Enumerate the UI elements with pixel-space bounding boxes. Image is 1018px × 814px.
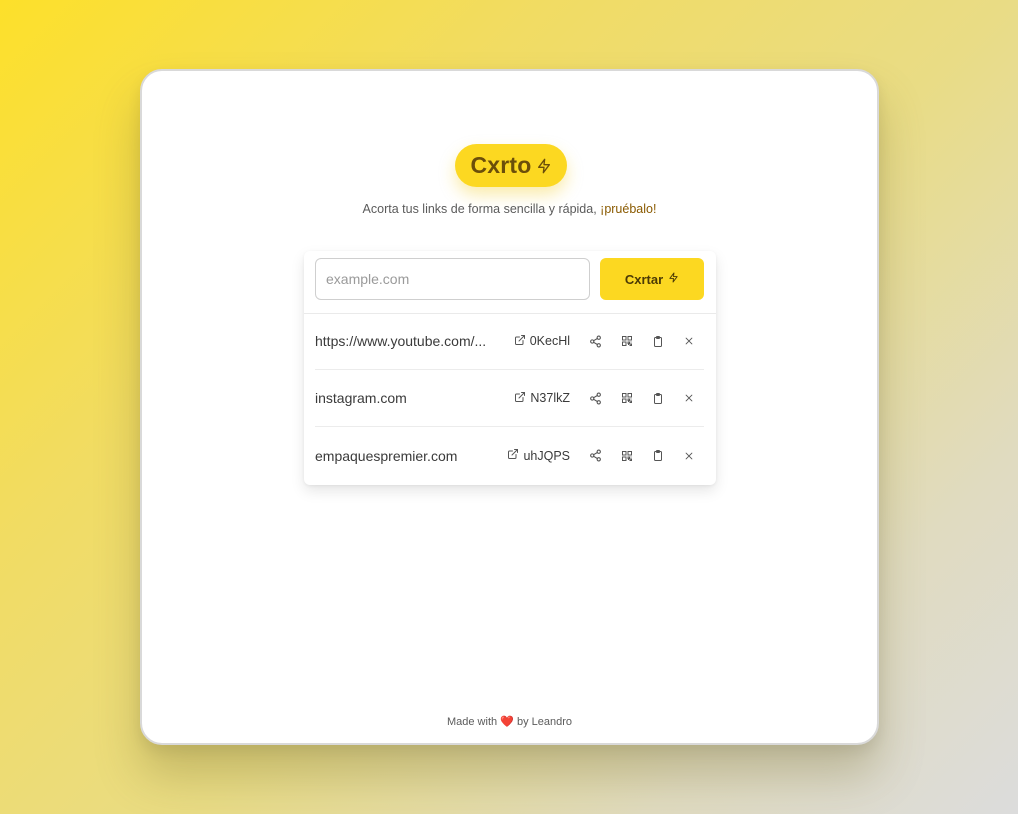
share-button[interactable] [580, 383, 611, 413]
qr-code-button[interactable] [611, 383, 642, 413]
copy-button[interactable] [642, 383, 673, 413]
copy-button[interactable] [642, 441, 673, 471]
share-button[interactable] [580, 441, 611, 471]
share-icon [590, 449, 601, 462]
clipboard-icon [653, 392, 662, 404]
app-logo: Cxrto [455, 144, 567, 187]
qr-code-icon [621, 450, 632, 461]
share-button[interactable] [580, 326, 611, 356]
close-icon [685, 452, 692, 459]
clipboard-icon [653, 335, 662, 347]
delete-button[interactable] [673, 441, 704, 471]
short-code: 0KecHl [529, 334, 570, 348]
shorten-button[interactable]: Cxrtar [600, 258, 704, 300]
qr-code-button[interactable] [611, 326, 642, 356]
footer: Made with ❤️ by Leandro [142, 715, 877, 728]
shorten-form: Cxrtar [315, 258, 704, 300]
copy-button[interactable] [642, 326, 673, 356]
qr-code-button[interactable] [611, 441, 642, 471]
original-url: instagram.com [315, 390, 407, 406]
link-row: https://www.youtube.com/... 0KecHl [315, 313, 704, 370]
footer-prefix: Made with [446, 716, 498, 728]
delete-button[interactable] [673, 326, 704, 356]
logo-text: Cxrto [470, 152, 532, 178]
lightning-bolt-icon [668, 271, 679, 287]
external-link-icon [507, 448, 519, 463]
link-row: instagram.com N37lkZ [315, 370, 704, 427]
app-window: Cxrto Acorta tus links de forma sencilla… [140, 69, 879, 745]
shorten-button-label: Cxrtar [624, 271, 664, 287]
close-icon [685, 337, 692, 345]
shortener-card: Cxrtar https://www.youtube.com/... 0KecH… [304, 251, 716, 485]
short-link[interactable]: N37lkZ [514, 391, 570, 406]
delete-button[interactable] [673, 383, 704, 413]
short-link[interactable]: 0KecHl [514, 334, 570, 349]
tagline: Acorta tus links de forma sencilla y ráp… [142, 202, 877, 216]
share-icon [590, 335, 601, 347]
lightning-bolt-icon [536, 157, 552, 175]
short-code: uhJQPS [523, 448, 570, 463]
row-actions [580, 441, 704, 471]
tagline-text: Acorta tus links de forma sencilla y ráp… [362, 202, 601, 216]
original-url: empaquespremier.com [315, 447, 458, 464]
short-link[interactable]: uhJQPS [507, 448, 570, 463]
footer-author: by Leandro [516, 716, 572, 728]
qr-code-icon [621, 336, 632, 346]
original-url: https://www.youtube.com/... [315, 333, 487, 349]
close-icon [685, 394, 692, 402]
url-input[interactable] [315, 258, 590, 300]
share-icon [590, 392, 601, 404]
external-link-icon [514, 334, 526, 349]
external-link-icon [514, 391, 526, 406]
row-actions [580, 326, 704, 356]
row-actions [580, 383, 704, 413]
link-row: empaquespremier.com uhJQPS [315, 427, 704, 484]
heart-icon: ❤️ [500, 716, 514, 728]
tagline-accent: ¡pruébalo! [600, 202, 657, 216]
short-code: N37lkZ [530, 391, 570, 405]
clipboard-icon [653, 450, 662, 461]
qr-code-icon [621, 393, 632, 403]
